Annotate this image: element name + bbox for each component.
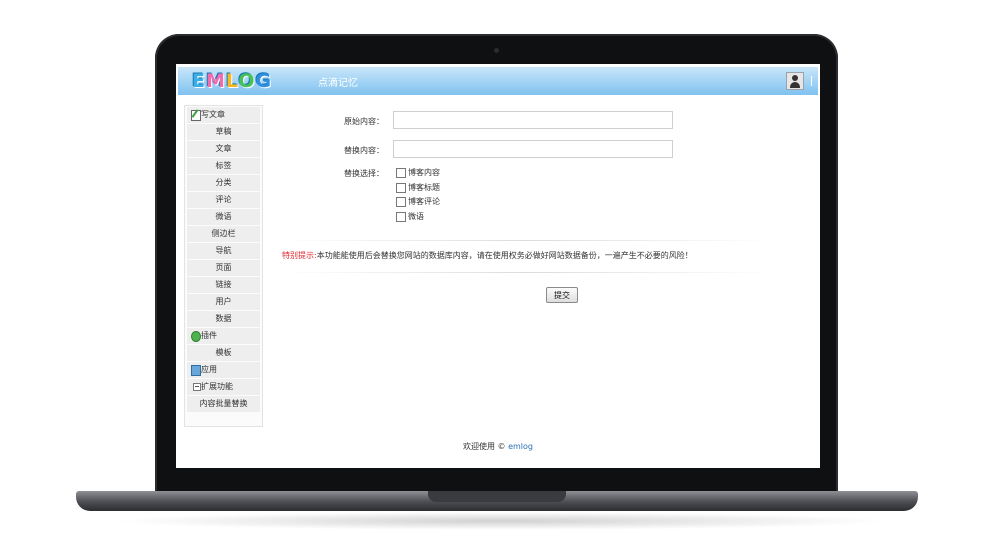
sidebar-item-label: 扩展功能	[201, 382, 233, 391]
sidebar-item-extensions[interactable]: 扩展功能	[187, 379, 260, 395]
logo-letter: G	[255, 70, 273, 92]
top-header: EMLOG 点滴记忆	[178, 67, 818, 95]
camera-icon	[494, 48, 499, 53]
sidebar-item-data[interactable]: 数据	[187, 311, 260, 327]
sidebar-item-comments[interactable]: 评论	[187, 192, 260, 208]
sidebar-item-twitter[interactable]: 微语	[187, 209, 260, 225]
option-blog-comments[interactable]: 博客评论	[396, 196, 440, 208]
original-content-label: 原始内容：	[344, 117, 384, 126]
write-icon	[191, 110, 201, 121]
option-label: 博客评论	[408, 197, 440, 206]
option-twitter[interactable]: 微语	[396, 211, 424, 223]
notice-prefix: 特别提示:	[282, 251, 317, 260]
submit-button[interactable]: 提交	[546, 287, 578, 303]
sidebar-item-apps[interactable]: 应用	[187, 362, 260, 378]
sidebar: 写文章 草稿 文章 标签 分类 评论 微语 侧边栏 导航 页面 链接 用户 数据…	[184, 105, 263, 427]
sidebar-item-batch-replace[interactable]: 内容批量替换	[187, 396, 260, 412]
sidebar-item-links[interactable]: 链接	[187, 277, 260, 293]
logo-letter: L	[225, 70, 239, 92]
plugin-icon	[191, 331, 201, 342]
sidebar-item-drafts[interactable]: 草稿	[187, 124, 260, 140]
option-label: 博客标题	[408, 183, 440, 192]
header-divider	[811, 76, 812, 86]
sidebar-item-write[interactable]: 写文章	[187, 107, 260, 123]
warning-notice: 特别提示:本功能能使用后会替换您网站的数据库内容，请在使用权务必做好网站数据备份…	[282, 250, 693, 261]
replace-content-label: 替换内容：	[344, 146, 384, 155]
checkbox[interactable]	[396, 196, 406, 207]
option-label: 博客内容	[408, 168, 440, 177]
checkbox[interactable]	[396, 182, 406, 193]
option-blog-title[interactable]: 博客标题	[396, 182, 440, 194]
app-icon	[191, 365, 201, 376]
divider-bottom	[282, 272, 772, 273]
screen: EMLOG 点滴记忆 写文章 草稿 文章 标签 分类 评论 微语 侧边栏 导航 …	[176, 64, 820, 468]
laptop-shadow	[110, 512, 890, 530]
sidebar-item-plugins[interactable]: 插件	[187, 328, 260, 344]
sidebar-item-label: 插件	[201, 331, 217, 340]
logo-letter: E	[192, 70, 206, 92]
checkbox[interactable]	[396, 167, 406, 178]
replace-content-input[interactable]	[393, 140, 673, 158]
footer-link[interactable]: emlog	[508, 442, 533, 451]
sidebar-item-templates[interactable]: 模板	[187, 345, 260, 361]
option-label: 微语	[408, 212, 424, 221]
user-avatar-icon[interactable]	[786, 72, 804, 90]
sidebar-item-label: 写文章	[201, 110, 225, 119]
logo-letter: M	[205, 70, 226, 92]
sidebar-item-tags[interactable]: 标签	[187, 158, 260, 174]
sidebar-item-pages[interactable]: 页面	[187, 260, 260, 276]
sidebar-item-label: 应用	[201, 365, 217, 374]
footer-text: 欢迎使用 ©	[462, 442, 506, 451]
main-content: 原始内容： 替换内容： 替换选择： 博客内容 博客标题 博客评论 微语	[276, 104, 816, 354]
sidebar-item-widgets[interactable]: 侧边栏	[187, 226, 260, 242]
laptop-notch	[428, 491, 566, 502]
original-content-input[interactable]	[393, 111, 673, 129]
divider-top	[282, 240, 772, 241]
sidebar-item-users[interactable]: 用户	[187, 294, 260, 310]
site-title[interactable]: 点滴记忆	[318, 74, 358, 89]
footer: 欢迎使用 © emlog	[176, 441, 820, 452]
replace-select-label: 替换选择：	[344, 169, 384, 178]
sidebar-item-articles[interactable]: 文章	[187, 141, 260, 157]
notice-text: 本功能能使用后会替换您网站的数据库内容，请在使用权务必做好网站数据备份，一遍产生…	[316, 251, 693, 260]
sidebar-item-categories[interactable]: 分类	[187, 175, 260, 191]
collapse-icon	[193, 383, 201, 391]
checkbox[interactable]	[396, 211, 406, 222]
emlog-logo[interactable]: EMLOG	[192, 70, 272, 92]
option-blog-content[interactable]: 博客内容	[396, 167, 440, 179]
sidebar-item-navigation[interactable]: 导航	[187, 243, 260, 259]
logo-letter: O	[238, 70, 256, 92]
